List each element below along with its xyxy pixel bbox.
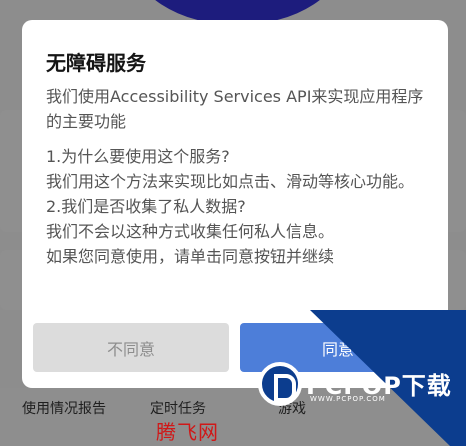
- question-1: 1.为什么要使用这个服务?: [46, 147, 230, 166]
- intro-text: 我们使用Accessibility Services API来实现应用程序的主要…: [46, 87, 424, 131]
- menu-item-scheduled-tasks[interactable]: 定时任务: [150, 398, 206, 418]
- site-watermark-text: 腾飞网: [156, 420, 219, 444]
- watermark-url: WWW.PCPOP.COM: [310, 395, 386, 403]
- disagree-button[interactable]: 不同意: [33, 323, 229, 372]
- pcpop-logo-icon: [258, 362, 302, 406]
- dialog-body: 我们使用Accessibility Services API来实现应用程序的主要…: [46, 84, 432, 269]
- accessibility-consent-dialog: 无障碍服务 我们使用Accessibility Services API来实现应…: [22, 20, 448, 388]
- menu-item-usage-report[interactable]: 使用情况报告: [22, 398, 106, 418]
- dialog-title: 无障碍服务: [46, 51, 146, 75]
- consent-text: 如果您同意使用，请单击同意按钮并继续: [46, 247, 335, 266]
- answer-1: 我们用这个方法来实现比如点击、滑动等核心功能。: [46, 172, 415, 191]
- question-2: 2.我们是否收集了私人数据?: [46, 197, 246, 216]
- answer-2: 我们不会以这种方式收集任何私人信息。: [46, 222, 335, 241]
